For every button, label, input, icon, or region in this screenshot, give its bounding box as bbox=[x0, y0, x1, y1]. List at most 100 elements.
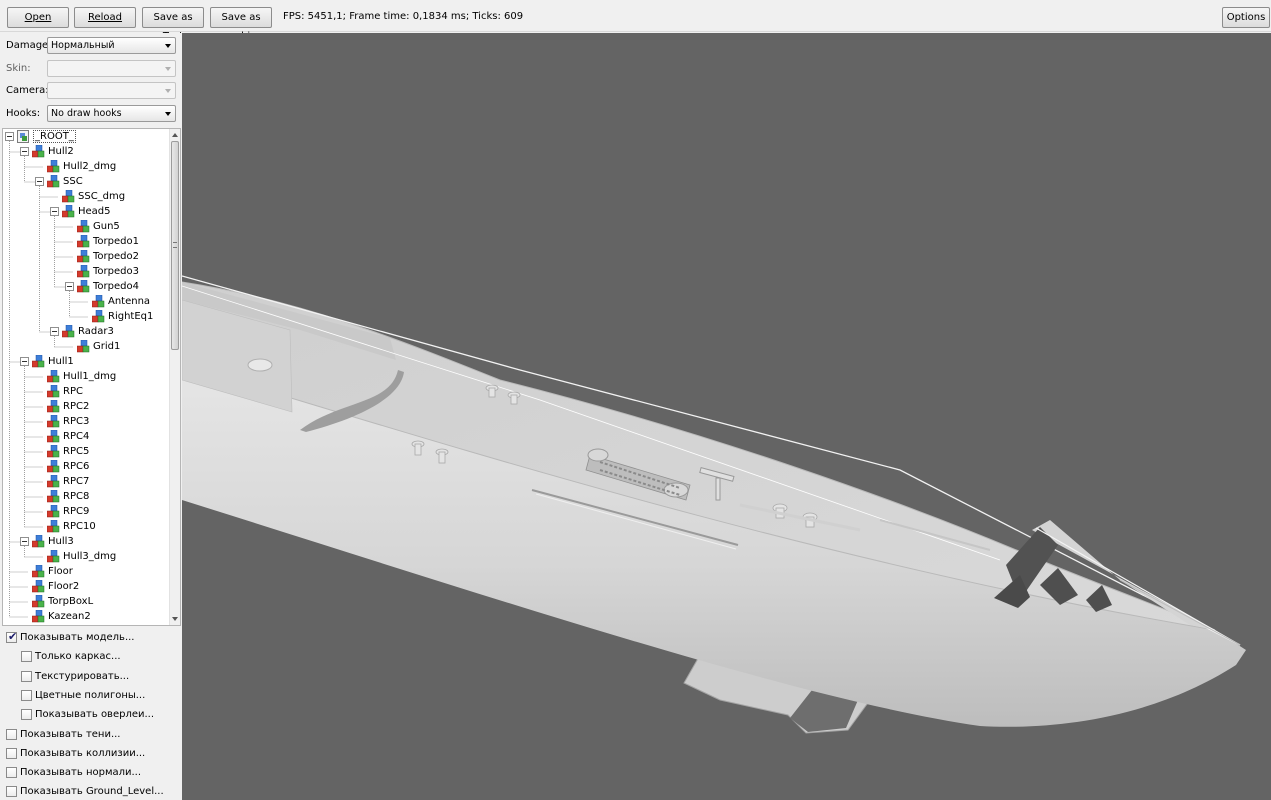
skin-label: Skin: bbox=[6, 63, 31, 74]
tree-node-label: SSC_dmg bbox=[78, 191, 126, 202]
tree-node-label: RPC10 bbox=[63, 521, 96, 532]
collapse-icon[interactable] bbox=[20, 147, 29, 156]
tree-node-label: Torpedo3 bbox=[93, 266, 139, 277]
scrollbar-thumb[interactable] bbox=[171, 141, 179, 350]
option-label: Показывать нормали... bbox=[20, 767, 142, 779]
scroll-up-icon[interactable] bbox=[172, 133, 178, 137]
node-icon bbox=[46, 174, 60, 188]
tree-node-label: Antenna bbox=[108, 296, 151, 307]
node-icon bbox=[46, 414, 60, 428]
option-label: Показывать оверлеи... bbox=[35, 709, 155, 721]
checkbox[interactable] bbox=[6, 728, 17, 740]
tree-node-label: RPC5 bbox=[63, 446, 90, 457]
minus-icon bbox=[22, 361, 27, 362]
checkbox[interactable] bbox=[21, 689, 32, 701]
node-icon bbox=[46, 399, 60, 413]
node-icon bbox=[76, 279, 90, 293]
reload-button-label: Reload bbox=[87, 12, 123, 23]
tree-node-label: RPC9 bbox=[63, 506, 90, 517]
hooks-value: No draw hooks bbox=[51, 108, 122, 119]
options-button[interactable]: Options bbox=[1222, 7, 1270, 28]
tree-node-label: RPC4 bbox=[63, 431, 90, 442]
minus-icon bbox=[37, 181, 42, 182]
node-icon bbox=[76, 339, 90, 353]
checkbox[interactable] bbox=[21, 709, 32, 721]
tree-node-label: TorpBoxL bbox=[48, 596, 94, 607]
collapse-icon[interactable] bbox=[20, 537, 29, 546]
option-label: Текстурировать... bbox=[35, 670, 130, 682]
reload-button[interactable]: Reload bbox=[74, 7, 136, 28]
save-as-obj-button[interactable]: Save as .obj bbox=[210, 7, 272, 42]
collapse-icon[interactable] bbox=[50, 207, 59, 216]
camera-row: Camera: bbox=[0, 81, 182, 101]
chevron-down-icon bbox=[165, 44, 171, 48]
node-icon bbox=[31, 594, 45, 608]
tree-node-label: Hull2 bbox=[48, 146, 74, 157]
tree-node-label: RPC8 bbox=[63, 491, 90, 502]
node-icon bbox=[91, 309, 105, 323]
node-icon bbox=[31, 534, 45, 548]
node-icon bbox=[76, 264, 90, 278]
node-icon bbox=[76, 234, 90, 248]
node-icon bbox=[46, 519, 60, 533]
damage-value: Нормальный bbox=[51, 40, 115, 51]
collapse-icon[interactable] bbox=[50, 327, 59, 336]
node-icon bbox=[46, 489, 60, 503]
checkbox[interactable] bbox=[6, 747, 17, 759]
minus-icon bbox=[52, 331, 57, 332]
node-icon bbox=[46, 159, 60, 173]
node-icon bbox=[46, 384, 60, 398]
open-button[interactable]: Open bbox=[7, 7, 69, 28]
node-icon bbox=[46, 474, 60, 488]
node-icon bbox=[76, 249, 90, 263]
tree-node-label: Kazean2 bbox=[48, 611, 91, 622]
checkbox[interactable] bbox=[6, 786, 17, 798]
checkbox[interactable] bbox=[21, 651, 32, 663]
tree-node-label: RPC bbox=[63, 386, 83, 397]
checkbox[interactable] bbox=[6, 767, 17, 779]
windlass bbox=[587, 448, 609, 462]
hooks-select[interactable]: No draw hooks bbox=[47, 105, 176, 122]
bollard-post bbox=[438, 451, 446, 464]
save-as-text-button[interactable]: Save as Text bbox=[142, 7, 204, 42]
node-icon bbox=[31, 579, 45, 593]
node-icon bbox=[61, 324, 75, 338]
tree-node-label: Hull3 bbox=[48, 536, 74, 547]
skin-select[interactable] bbox=[47, 60, 176, 77]
toolbar: Open Reload Save as Text Save as .obj FP… bbox=[0, 0, 1271, 42]
tree-node-label: Torpedo1 bbox=[93, 236, 139, 247]
ship-model bbox=[182, 275, 1246, 734]
node-icon bbox=[31, 354, 45, 368]
node-icon bbox=[61, 204, 75, 218]
display-options: ✔ Показывать модель... Только каркас... Тек… bbox=[0, 627, 182, 800]
tree-node-label: Head5 bbox=[78, 206, 111, 217]
node-icon bbox=[76, 219, 90, 233]
windlass bbox=[663, 482, 689, 498]
collapse-icon[interactable] bbox=[65, 282, 74, 291]
tree-node-label: Hull2_dmg bbox=[63, 161, 117, 172]
bollard-post bbox=[414, 443, 422, 456]
tree-node-label: Hull3_dmg bbox=[63, 551, 117, 562]
camera-select[interactable] bbox=[47, 82, 176, 99]
scroll-down-icon[interactable] bbox=[172, 617, 178, 621]
tree-scrollbar[interactable] bbox=[169, 129, 180, 625]
option-label: Только каркас... bbox=[35, 651, 121, 663]
tree-node-label: RPC2 bbox=[63, 401, 90, 412]
davit-post bbox=[715, 477, 721, 501]
checkbox-checked[interactable]: ✔ bbox=[6, 630, 17, 643]
3d-viewport[interactable] bbox=[182, 33, 1271, 800]
collapse-icon[interactable] bbox=[20, 357, 29, 366]
node-icon bbox=[46, 444, 60, 458]
damage-select[interactable]: Нормальный bbox=[47, 37, 176, 54]
option-label: Показывать Ground_Level... bbox=[20, 786, 164, 798]
tree-node-label: RightEq1 bbox=[108, 311, 154, 322]
tree-node-label: RPC3 bbox=[63, 416, 90, 427]
collapse-icon[interactable] bbox=[35, 177, 44, 186]
collapse-icon[interactable] bbox=[5, 132, 14, 141]
node-tree[interactable]: _ROOT_ Hull2 Hull2_dmg SSC SSC_dmg Head5 Gun5 T… bbox=[2, 128, 181, 626]
tree-node-label: Hull1_dmg bbox=[63, 371, 117, 382]
node-icon bbox=[61, 189, 75, 203]
tree-node-label: Hull1 bbox=[48, 356, 74, 367]
option-label: Показывать коллизии... bbox=[20, 747, 146, 759]
checkbox[interactable] bbox=[21, 670, 32, 682]
